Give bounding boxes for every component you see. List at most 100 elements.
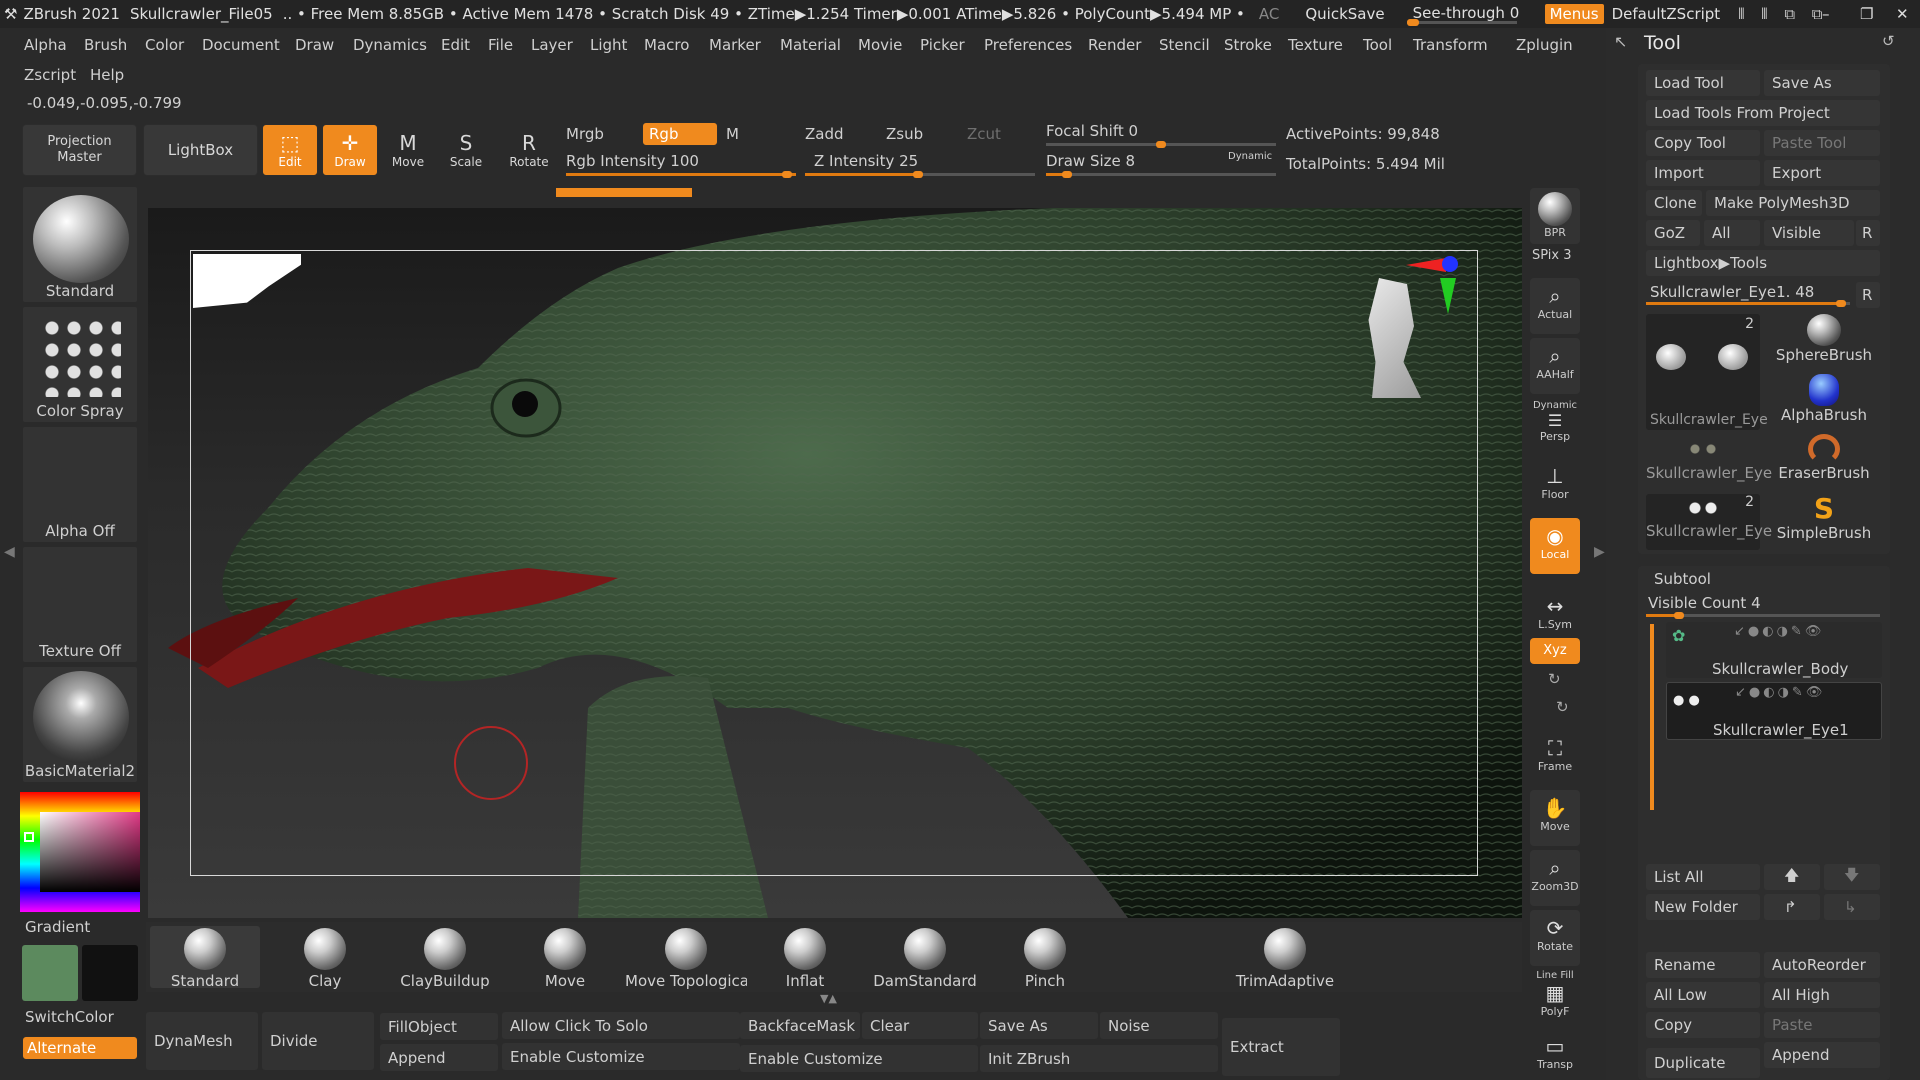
enable-customize-button-2[interactable]: Enable Customize xyxy=(740,1045,978,1072)
menu-layer[interactable]: Layer xyxy=(531,36,573,54)
minimize-icon[interactable]: – xyxy=(1822,5,1830,23)
move-out-folder-icon[interactable]: ↳ xyxy=(1824,894,1880,920)
subtool-toggle-icons[interactable]: ↙●◐◑✎👁 xyxy=(1735,685,1825,700)
bpr-button[interactable]: BPR xyxy=(1530,188,1580,244)
menu-brush[interactable]: Brush xyxy=(84,36,127,54)
tool-thumb-simplebrush[interactable]: S SimpleBrush xyxy=(1768,494,1880,550)
aahalf-button[interactable]: ⌕ AAHalf xyxy=(1530,338,1580,394)
quicksave-button[interactable]: QuickSave xyxy=(1305,5,1384,23)
subtool-toggle-icons[interactable]: ↙●◐◑✎👁 xyxy=(1734,624,1824,639)
material-selector[interactable]: BasicMaterial2 xyxy=(22,666,138,783)
zoom3d-button[interactable]: ⌕ Zoom3D xyxy=(1530,850,1580,906)
copy-subtool-button[interactable]: Copy xyxy=(1646,1012,1760,1038)
tool-thumb-eye-2[interactable]: Skullcrawler_Eye xyxy=(1646,434,1772,490)
menus-toggle[interactable]: Menus xyxy=(1544,4,1604,24)
menu-draw[interactable]: Draw xyxy=(295,36,334,54)
rotate-axis-icon-2[interactable]: ↻ xyxy=(1556,698,1569,716)
load-tool-button[interactable]: Load Tool xyxy=(1646,70,1760,96)
menu-stroke[interactable]: Stroke xyxy=(1224,36,1272,54)
spix-slider[interactable]: SPix 3 xyxy=(1532,248,1572,263)
init-zbrush-button[interactable]: Init ZBrush xyxy=(980,1045,1218,1072)
rotate-button[interactable]: R Rotate xyxy=(503,124,555,176)
list-all-button[interactable]: List All xyxy=(1646,864,1760,890)
canvas-viewport[interactable] xyxy=(148,208,1522,918)
lightbox-button[interactable]: LightBox xyxy=(143,124,258,176)
menu-texture[interactable]: Texture xyxy=(1288,36,1343,54)
menu-dynamics[interactable]: Dynamics xyxy=(353,36,427,54)
menu-color[interactable]: Color xyxy=(145,36,184,54)
duplicate-button[interactable]: Duplicate xyxy=(1646,1048,1760,1078)
maximize-icon[interactable]: ❐ xyxy=(1860,5,1873,23)
new-folder-button[interactable]: New Folder xyxy=(1646,894,1760,920)
subtool-item-body[interactable]: ✿ ↙●◐◑✎👁 Skullcrawler_Body xyxy=(1666,622,1882,678)
extract-button[interactable]: Extract xyxy=(1222,1018,1340,1076)
current-tool-r-button[interactable]: R xyxy=(1856,282,1880,308)
goz-r-button[interactable]: R xyxy=(1856,220,1880,246)
menu-document[interactable]: Document xyxy=(202,36,280,54)
load-tools-from-project-button[interactable]: Load Tools From Project xyxy=(1646,100,1880,126)
rotate-axis-icon-1[interactable]: ↻ xyxy=(1548,670,1561,688)
paste-subtool-button[interactable]: Paste xyxy=(1764,1012,1880,1038)
menu-light[interactable]: Light xyxy=(590,36,627,54)
brush-move[interactable]: Move xyxy=(510,926,620,990)
brush-claybuildup[interactable]: ClayBuildup xyxy=(390,926,500,990)
enable-customize-button-1[interactable]: Enable Customize xyxy=(502,1043,740,1070)
copy-tool-button[interactable]: Copy Tool xyxy=(1646,130,1760,156)
tool-thumb-eye-active[interactable]: 2 Skullcrawler_Eye xyxy=(1646,314,1768,430)
all-low-button[interactable]: All Low xyxy=(1646,982,1760,1008)
zadd-button[interactable]: Zadd xyxy=(805,125,844,143)
mrgb-button[interactable]: Mrgb xyxy=(566,125,604,143)
texture-selector[interactable]: Texture Off xyxy=(22,546,138,663)
move-down-arrow-icon[interactable]: 🡇 xyxy=(1824,864,1880,890)
append-bottom-button[interactable]: Append xyxy=(380,1044,498,1071)
tool-thumb-alphabrush[interactable]: AlphaBrush xyxy=(1768,374,1880,430)
brush-standard[interactable]: Standard xyxy=(150,926,260,990)
menu-macro[interactable]: Macro xyxy=(644,36,689,54)
shelf-scroll-arrows[interactable]: ▼▲ xyxy=(820,992,837,1005)
left-collapse-arrow[interactable]: ◀ xyxy=(4,544,15,560)
dynamesh-button[interactable]: DynaMesh xyxy=(146,1012,258,1070)
make-polymesh3d-button[interactable]: Make PolyMesh3D xyxy=(1706,190,1880,216)
zsub-button[interactable]: Zsub xyxy=(886,125,923,143)
right-collapse-arrow[interactable]: ▶ xyxy=(1594,544,1605,560)
stroke-selector[interactable]: Color Spray xyxy=(22,306,138,423)
goz-button[interactable]: GoZ xyxy=(1646,220,1700,246)
brush-pinch[interactable]: Pinch xyxy=(990,926,1100,990)
secondary-color-swatch[interactable] xyxy=(82,945,138,1001)
clone-button[interactable]: Clone xyxy=(1646,190,1702,216)
allow-click-to-solo-button[interactable]: Allow Click To Solo xyxy=(502,1012,740,1039)
see-through-slider[interactable]: See-through 0 xyxy=(1406,2,1525,26)
alternate-button[interactable]: Alternate xyxy=(22,1036,138,1060)
tool-thumb-spherebrush[interactable]: SphereBrush xyxy=(1768,314,1880,370)
noise-button[interactable]: Noise xyxy=(1100,1012,1218,1039)
import-button[interactable]: Import xyxy=(1646,160,1760,186)
menu-transform[interactable]: Transform xyxy=(1413,36,1488,54)
menu-tool[interactable]: Tool xyxy=(1363,36,1392,54)
scale-button[interactable]: S Scale xyxy=(440,124,492,176)
frame-button[interactable]: ⛶ Frame xyxy=(1530,730,1580,786)
subtool-header[interactable]: Subtool xyxy=(1654,570,1711,588)
menu-edit[interactable]: Edit xyxy=(441,36,470,54)
tool-refresh-icon[interactable]: ↺ xyxy=(1882,32,1895,50)
clear-button[interactable]: Clear xyxy=(862,1012,978,1039)
menu-file[interactable]: File xyxy=(488,36,513,54)
goz-all-button[interactable]: All xyxy=(1704,220,1760,246)
brush-inflat[interactable]: Inflat xyxy=(750,926,860,990)
append-subtool-button[interactable]: Append xyxy=(1764,1042,1880,1068)
dynamic-toggle[interactable]: Dynamic xyxy=(1228,151,1272,162)
goz-visible-button[interactable]: Visible xyxy=(1764,220,1854,246)
tool-thumb-eye-3[interactable]: 2 Skullcrawler_Eye xyxy=(1646,494,1772,550)
menu-alpha[interactable]: Alpha xyxy=(24,36,67,54)
divide-button[interactable]: Divide xyxy=(262,1012,374,1070)
brush-damstandard[interactable]: DamStandard xyxy=(870,926,980,990)
brush-selector[interactable]: Standard xyxy=(22,186,138,303)
move-up-arrow-icon[interactable]: 🡅 xyxy=(1764,864,1820,890)
menu-preferences[interactable]: Preferences xyxy=(984,36,1072,54)
export-button[interactable]: Export xyxy=(1764,160,1880,186)
move-view-button[interactable]: ✋ Move xyxy=(1530,790,1580,846)
actual-button[interactable]: ⌕ Actual xyxy=(1530,278,1580,334)
subtool-scrollbar[interactable] xyxy=(1650,624,1654,810)
all-high-button[interactable]: All High xyxy=(1764,982,1880,1008)
menu-marker[interactable]: Marker xyxy=(709,36,761,54)
primary-color-swatch[interactable] xyxy=(22,945,78,1001)
